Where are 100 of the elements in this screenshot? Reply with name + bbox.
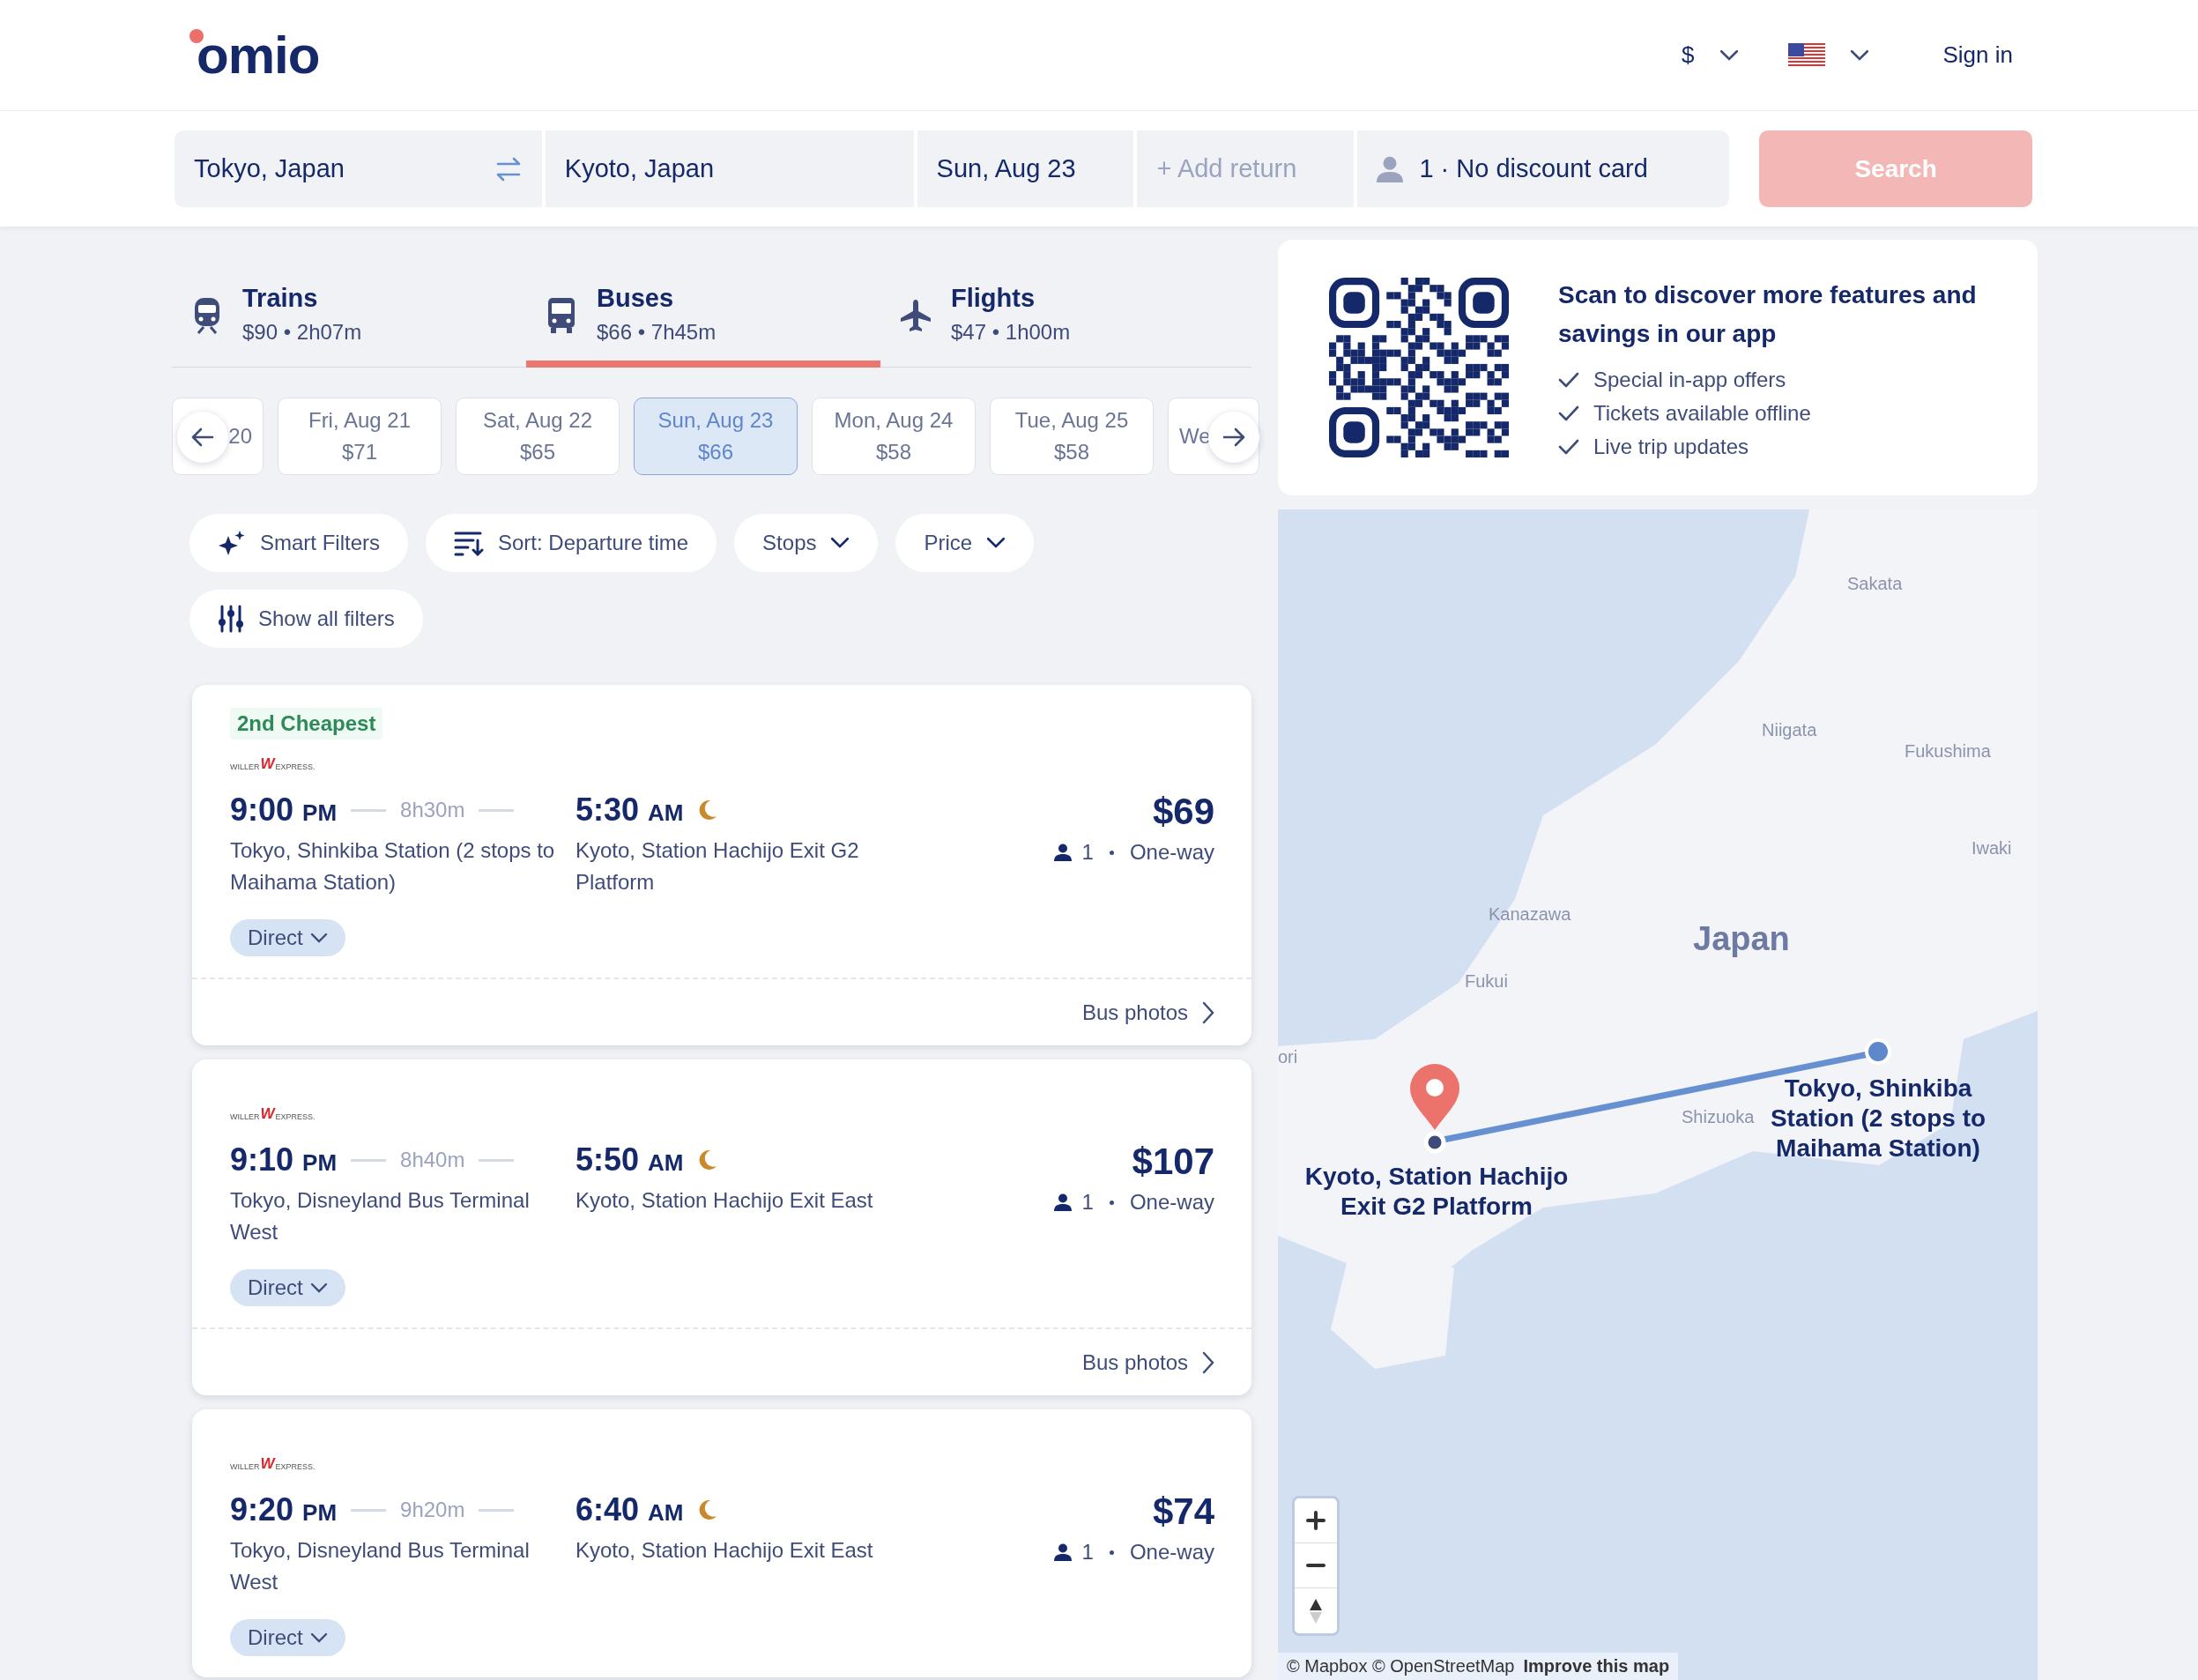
city-label: Iwaki <box>1972 838 2012 859</box>
arrival-station: Kyoto, Station Hachijo Exit East <box>575 1537 874 1564</box>
sparkle-icon <box>218 529 246 557</box>
operator-logo: WILLER WEXPRESS. <box>230 1454 316 1471</box>
arrow-right-icon <box>1222 427 1245 447</box>
destination-field[interactable]: Kyoto, Japan <box>545 130 914 207</box>
trip-duration: 8h30m <box>400 798 465 822</box>
check-icon <box>1558 372 1579 388</box>
date-option[interactable]: Fri, Aug 21 $71 <box>278 398 442 475</box>
sign-in-link[interactable]: Sign in <box>1942 41 2013 69</box>
person-icon <box>1053 844 1072 861</box>
trip-type: One-way <box>1129 1190 1214 1215</box>
language-selector[interactable] <box>1787 42 1869 68</box>
chevron-down-icon <box>1719 48 1739 62</box>
arrival-period: AM <box>648 1498 684 1527</box>
filter-chip[interactable]: Price <box>895 514 1035 572</box>
arrival-time: 5:50 <box>575 1141 640 1178</box>
filter-chip[interactable]: Sort: Departure time <box>426 514 717 572</box>
filter-chip[interactable]: Smart Filters <box>189 514 408 572</box>
arrow-left-icon <box>191 427 214 447</box>
currency-selector[interactable]: $ <box>1682 41 1739 69</box>
improve-map-link[interactable]: Improve this map <box>1523 1656 1670 1676</box>
trip-duration: 9h20m <box>400 1498 465 1522</box>
departure-time: 9:10 <box>230 1141 294 1178</box>
destination-dot <box>1423 1131 1446 1154</box>
tab-summary: $90 • 2h07m <box>242 320 362 345</box>
departure-period: PM <box>302 1148 338 1177</box>
separator-dot <box>1109 1200 1114 1205</box>
trip-type: One-way <box>1129 1540 1214 1565</box>
cheapest-badge: 2nd Cheapest <box>230 708 383 740</box>
date-option[interactable]: Tue, Aug 25 $58 <box>990 398 1154 475</box>
tab-title: Flights <box>951 284 1036 313</box>
plus-icon <box>1306 1511 1325 1530</box>
arrival-time: 6:40 <box>575 1491 640 1528</box>
departure-station: Tokyo, Disneyland Bus Terminal West <box>230 1187 531 1245</box>
city-label: Shizuoka <box>1682 1107 1755 1127</box>
transport-tab[interactable]: Flights $47 • 1h00m <box>880 284 1235 368</box>
check-icon <box>1558 405 1579 421</box>
tab-title: Trains <box>242 284 319 313</box>
chevron-down-icon <box>309 933 328 943</box>
map-pin-icon <box>1408 1064 1461 1130</box>
arrival-station: Kyoto, Station Hachijo Exit G2 Platform <box>575 837 860 896</box>
city-label: Kanazawa <box>1489 904 1571 925</box>
city-label: Niigata <box>1762 720 1817 740</box>
passenger-count: 1 <box>1081 1190 1094 1215</box>
feature-text: Special in-app offers <box>1593 368 1786 392</box>
filter-chip[interactable]: Show all filters <box>189 590 423 648</box>
passenger-count: 1 <box>1081 1540 1094 1565</box>
person-icon <box>1053 1193 1072 1211</box>
chevron-down-icon <box>309 1282 328 1293</box>
origin-dot <box>1865 1038 1891 1065</box>
check-icon <box>1558 439 1579 455</box>
trip-duration: 8h40m <box>400 1148 465 1172</box>
bus-photos-link[interactable]: Bus photos <box>192 1327 1251 1395</box>
bus-photos-link[interactable]: Bus photos <box>192 978 1251 1045</box>
departure-period: PM <box>302 799 338 827</box>
result-card[interactable]: WILLER WEXPRESS. 9:20 PM 9h20m Tokyo, Disneyland Bus Terminal West 6:40 AM Kyoto, Station Hachijo Exit East $74 1 One-way Direct <box>192 1409 1251 1677</box>
operator-logo: WILLER WEXPRESS. <box>230 1104 316 1121</box>
chevron-right-icon <box>1202 1000 1214 1024</box>
person-icon <box>1053 1543 1072 1561</box>
trip-type: One-way <box>1129 840 1214 865</box>
operator-logo: WILLER WEXPRESS. <box>230 755 316 771</box>
price: $69 <box>1152 791 1214 833</box>
city-label: Fukushima <box>1905 741 1991 762</box>
transport-tab[interactable]: Buses $66 • 7h45m <box>526 284 880 368</box>
chevron-right-icon <box>1202 1350 1214 1374</box>
arrival-period: AM <box>648 799 684 827</box>
country-label: Japan <box>1693 920 1790 958</box>
city-label: ori <box>1278 1047 1298 1067</box>
attribution-text: © Mapbox © OpenStreetMap <box>1287 1656 1515 1676</box>
result-card[interactable]: WILLER WEXPRESS. 9:10 PM 8h40m Tokyo, Disneyland Bus Terminal West 5:50 AM Kyoto, Station Hachijo Exit East $107 1 One-way Direct Bus photos <box>192 1059 1251 1395</box>
transport-tab[interactable]: Trains $90 • 2h07m <box>172 284 526 368</box>
stops-toggle[interactable]: Direct <box>230 919 345 956</box>
omio-logo[interactable]: omio <box>189 28 320 82</box>
origin-field[interactable]: Tokyo, Japan <box>175 130 542 207</box>
passenger-count: 1 <box>1081 840 1094 865</box>
price: $74 <box>1152 1490 1214 1533</box>
departure-period: PM <box>302 1498 338 1527</box>
chevron-down-icon <box>986 537 1006 549</box>
arrival-time: 5:30 <box>575 792 640 829</box>
separator-dot <box>1109 1550 1114 1555</box>
stops-toggle[interactable]: Direct <box>230 1269 345 1306</box>
date-field[interactable]: Sun, Aug 23 <box>917 130 1134 207</box>
result-card[interactable]: 2nd Cheapest WILLER WEXPRESS. 9:00 PM 8h30m Tokyo, Shinkiba Station (2 stops to Maihama Station) 5:30 AM Kyoto, Station Hachijo Exit G2 Platform $69 1 One-way Direct Bus photos <box>192 685 1251 1045</box>
date-option[interactable]: Mon, Aug 24 $58 <box>812 398 976 475</box>
sliders-icon <box>218 605 244 633</box>
arrival-period: AM <box>648 1148 684 1177</box>
separator-dot <box>1109 850 1114 855</box>
filter-chip[interactable]: Stops <box>734 514 879 572</box>
chevron-down-icon <box>309 1632 328 1643</box>
map[interactable]: Sakata Niigata Fukushima Iwaki Kanazawa Japan Fukui ori Shizuoka Kyoto, Station Hachijo Exit G2 Platform Tokyo, Shinkiba Station (2 stops to Maihama Station) © Mapbox © OpenStreetMap Improve this map <box>1278 509 2038 1680</box>
date-option[interactable]: Sat, Aug 22 $65 <box>456 398 620 475</box>
passengers-field[interactable]: 1 · No discount card <box>1357 130 1730 207</box>
compass-icon <box>1309 1597 1323 1624</box>
price: $107 <box>1132 1141 1214 1183</box>
departure-station: Tokyo, Shinkiba Station (2 stops to Maihama Station) <box>230 837 556 896</box>
promo-title: Scan to discover more features and savings in our app <box>1558 280 1978 349</box>
stops-toggle[interactable]: Direct <box>230 1619 345 1656</box>
chevron-down-icon <box>830 537 850 549</box>
feature-text: Tickets available offline <box>1593 401 1811 426</box>
